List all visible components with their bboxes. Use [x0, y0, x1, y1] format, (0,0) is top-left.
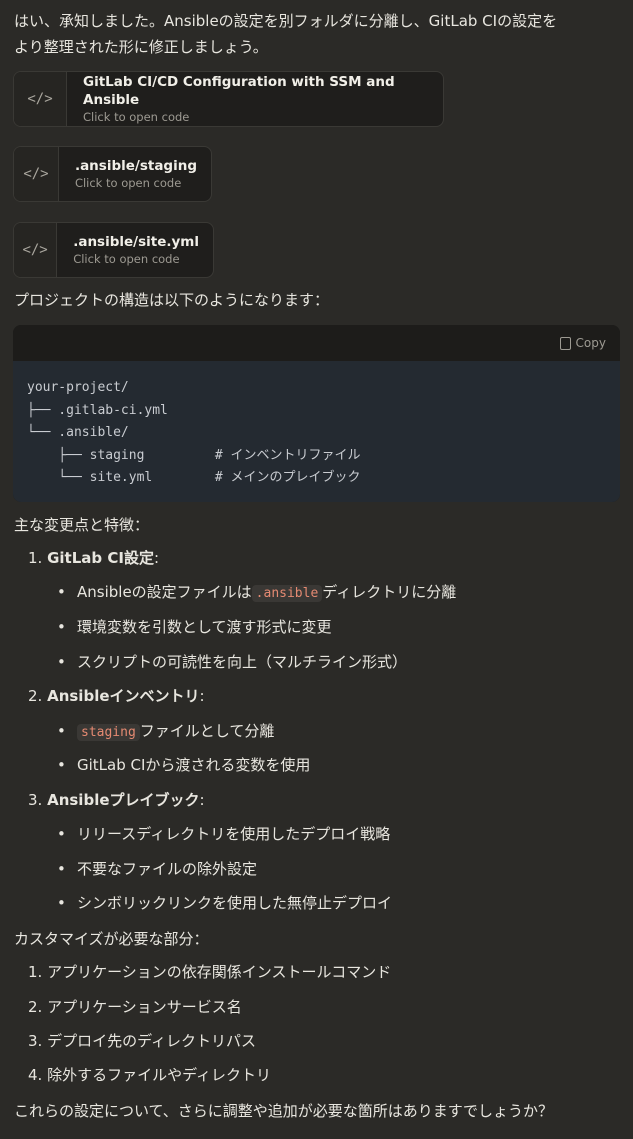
section-title: GitLab CI設定: [47, 549, 154, 567]
bullet-text: シンボリックリンクを使用した無停止デプロイ: [77, 894, 393, 912]
list-number: 1.: [28, 549, 43, 567]
code-block: Copy your-project/ ├── .gitlab-ci.yml └─…: [13, 325, 620, 502]
artifact-card-staging[interactable]: </> .ansible/staging Click to open code: [13, 146, 212, 202]
directory-tree: your-project/ ├── .gitlab-ci.yml └── .an…: [27, 380, 361, 486]
artifact-title: GitLab CI/CD Configuration with SSM and …: [83, 74, 395, 108]
list-item: 3. デプロイ先のディレクトリパス: [28, 1028, 256, 1054]
section-heading-1: 1. GitLab CI設定:: [28, 545, 159, 571]
bullet-text: Ansibleの設定ファイルは: [77, 583, 252, 601]
list-number: 1.: [28, 963, 43, 981]
section-heading-3: 3. Ansibleプレイブック:: [28, 787, 205, 813]
list-item: 1. アプリケーションの依存関係インストールコマンド: [28, 959, 391, 985]
section-title: Ansibleインベントリ: [47, 687, 200, 705]
bullet-text: ファイルとして分離: [139, 722, 275, 740]
copy-button[interactable]: Copy: [559, 336, 606, 350]
code-content: your-project/ ├── .gitlab-ci.yml └── .an…: [13, 361, 620, 502]
artifact-card-gitlab-ci[interactable]: </> GitLab CI/CD Configuration with SSM …: [13, 71, 444, 127]
list-text: 除外するファイルやディレクトリ: [47, 1066, 272, 1084]
bullet-text: GitLab CIから渡される変数を使用: [77, 756, 311, 774]
bullet-text: リリースディレクトリを使用したデプロイ戦略: [77, 825, 391, 843]
intro-line-2: より整理された形に修正しましょう。: [14, 38, 268, 56]
structure-intro: プロジェクトの構造は以下のようになります：: [14, 291, 330, 309]
copy-label: Copy: [575, 336, 606, 350]
artifact-subtitle: Click to open code: [74, 176, 182, 190]
inline-code: .ansible: [251, 585, 323, 602]
section-colon: :: [199, 791, 205, 809]
artifact-subtitle: Click to open code: [73, 252, 180, 266]
list-number: 3.: [28, 791, 43, 809]
list-item: スクリプトの可読性を向上（マルチライン形式）: [57, 649, 408, 675]
code-block-header: Copy: [13, 325, 620, 361]
section-title: Ansibleプレイブック: [47, 791, 200, 809]
code-icon: </>: [14, 223, 58, 277]
list-item: 不要なファイルの除外設定: [57, 856, 258, 882]
artifact-card-site-yml[interactable]: </> .ansible/site.yml Click to open code: [13, 222, 214, 278]
artifact-title: .ansible/staging: [74, 158, 197, 174]
list-item: Ansibleの設定ファイルは.ansibleディレクトリに分離: [57, 579, 457, 607]
copy-icon: [559, 336, 571, 350]
section-colon: :: [153, 549, 160, 567]
list-item: 2. アプリケーションサービス名: [28, 994, 242, 1020]
list-number: 2.: [28, 687, 43, 705]
bullet-text: スクリプトの可読性を向上（マルチライン形式）: [77, 653, 408, 671]
list-item: シンボリックリンクを使用した無停止デプロイ: [57, 890, 393, 916]
list-item: stagingファイルとして分離: [57, 718, 275, 746]
bullet-text: 不要なファイルの除外設定: [77, 860, 258, 878]
list-item: 4. 除外するファイルやディレクトリ: [28, 1062, 271, 1088]
code-icon: </>: [14, 72, 68, 126]
list-number: 3.: [28, 1032, 43, 1050]
inline-code: staging: [77, 724, 140, 741]
list-item: 環境変数を引数として渡す形式に変更: [57, 614, 332, 640]
changes-heading: 主な変更点と特徴：: [14, 516, 150, 534]
artifact-title: .ansible/site.yml: [73, 234, 199, 250]
bullet-text: ディレクトリに分離: [322, 583, 457, 601]
list-item: GitLab CIから渡される変数を使用: [57, 752, 311, 778]
list-item: リリースディレクトリを使用したデプロイ戦略: [57, 821, 391, 847]
customize-heading: カスタマイズが必要な部分：: [14, 930, 209, 948]
list-text: アプリケーションサービス名: [47, 998, 242, 1016]
section-colon: :: [199, 687, 205, 705]
closing-text: これらの設定について、さらに調整や追加が必要な箇所はありますでしょうか？: [14, 1102, 553, 1120]
list-number: 2.: [28, 998, 43, 1016]
list-text: デプロイ先のディレクトリパス: [47, 1032, 257, 1050]
intro-line-1: はい、承知しました。Ansibleの設定を別フォルダに分離し、GitLab CI…: [14, 12, 558, 30]
bullet-text: 環境変数を引数として渡す形式に変更: [77, 618, 332, 636]
code-icon: </>: [14, 147, 59, 201]
list-number: 4.: [28, 1066, 43, 1084]
section-heading-2: 2. Ansibleインベントリ:: [28, 683, 205, 709]
artifact-subtitle: Click to open code: [83, 110, 190, 124]
list-text: アプリケーションの依存関係インストールコマンド: [47, 963, 392, 981]
